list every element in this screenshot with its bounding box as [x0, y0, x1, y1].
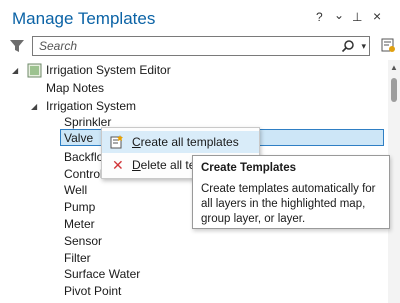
filter-icon[interactable]: [9, 38, 25, 54]
window-title: Manage Templates: [12, 9, 156, 28]
scroll-thumb[interactable]: [391, 78, 397, 102]
map-icon: [27, 63, 42, 78]
search-field[interactable]: ▾: [32, 36, 370, 56]
tooltip-title: Create Templates: [201, 162, 297, 174]
tooltip: Create Templates Create templates automa…: [192, 155, 390, 229]
collapse-root-icon[interactable]: ◢: [12, 66, 18, 75]
search-dropdown-icon[interactable]: ▾: [361, 41, 366, 52]
scroll-up-icon[interactable]: ▲: [390, 63, 398, 72]
help-button[interactable]: ?: [316, 10, 323, 24]
tree-item[interactable]: Sensor: [64, 232, 102, 250]
delete-x-icon: ✕: [112, 157, 124, 173]
create-templates-icon: [110, 135, 123, 149]
collapse-group-icon[interactable]: ◢: [31, 102, 37, 111]
tree-item-map-notes[interactable]: Map Notes: [46, 79, 104, 97]
tree-item[interactable]: Well: [64, 181, 87, 199]
search-input[interactable]: [39, 38, 339, 54]
tree-item[interactable]: Pivot Point: [64, 282, 121, 300]
search-icon[interactable]: [341, 39, 355, 53]
tooltip-body: Create templates automatically for all l…: [201, 183, 376, 225]
close-button[interactable]: ×: [373, 8, 381, 24]
create-all-templates-menu-item[interactable]: Create all templates: [102, 131, 259, 153]
tree-item[interactable]: Surface Water: [64, 265, 140, 283]
configure-icon[interactable]: [380, 37, 396, 53]
tree-item[interactable]: Pump: [64, 198, 95, 216]
pin-button[interactable]: ⊥: [352, 10, 362, 24]
tree-item[interactable]: Meter: [64, 215, 95, 233]
tree-item-selected[interactable]: Valve: [64, 129, 93, 147]
tree-item-root[interactable]: Irrigation System Editor: [46, 61, 171, 79]
options-menu-button[interactable]: ⌄: [334, 8, 344, 22]
